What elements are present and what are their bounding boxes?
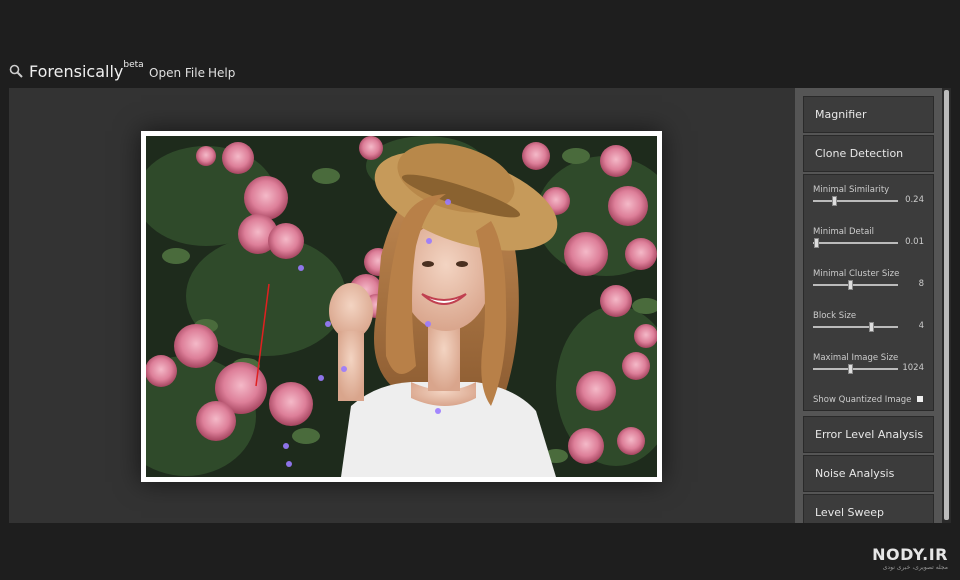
help-menu[interactable]: Help [208,66,235,80]
minimal-cluster-size-slider[interactable] [813,280,898,290]
clone-marker [286,461,292,467]
watermark: NODY.IR مجله تصویری، خبری نودی [870,545,948,571]
header-bar: Forensicallybeta Open File Help [0,56,960,88]
error-level-analysis-tool[interactable]: Error Level Analysis [803,416,934,453]
noise-analysis-tool[interactable]: Noise Analysis [803,455,934,492]
watermark-sub: مجله تصویری، خبری نودی [882,564,948,571]
watermark-main: NODY.IR [872,545,948,564]
magnifier-tool[interactable]: Magnifier [803,96,934,133]
clone-marker [318,375,324,381]
slider-thumb[interactable] [832,196,838,206]
show-quantized-checkbox[interactable] [917,396,923,402]
block-size-value: 4 [918,321,924,331]
minimal-similarity-slider[interactable] [813,196,898,206]
clone-marker [341,366,347,372]
clone-marker [426,238,432,244]
clone-marker [283,443,289,449]
open-file-menu[interactable]: Open File [149,66,205,80]
slider-thumb[interactable] [869,322,874,332]
maximal-image-size-label: Maximal Image Size [813,353,899,363]
level-sweep-tool[interactable]: Level Sweep [803,494,934,523]
minimal-detail-slider[interactable] [813,238,898,248]
panel-scrollbar[interactable] [942,88,951,523]
minimal-similarity-label: Minimal Similarity [813,185,890,195]
minimal-cluster-size-label: Minimal Cluster Size [813,269,900,279]
image-frame [141,131,662,482]
clone-detection-tool[interactable]: Clone Detection [803,135,934,172]
block-size-label: Block Size [813,311,857,321]
clone-marker [325,321,331,327]
slider-thumb[interactable] [813,238,819,248]
slider-thumb[interactable] [848,364,854,374]
clone-marker [445,199,451,205]
minimal-cluster-size-value: 8 [918,279,924,289]
tools-panel: Magnifier Clone Detection Minimal Simila… [795,88,942,523]
app-title: Forensicallybeta [29,60,144,81]
minimal-detail-label: Minimal Detail [813,227,875,237]
clone-marker [298,265,304,271]
maximal-image-size-value: 1024 [902,363,924,373]
image-workspace[interactable] [9,88,795,523]
beta-label: beta [123,60,144,70]
minimal-detail-value: 0.01 [905,237,924,247]
slider-thumb[interactable] [848,280,854,290]
analyzed-photo[interactable] [146,136,657,477]
clone-marker [425,321,431,327]
clone-detection-settings: Minimal Similarity 0.24 Minimal Detail 0… [803,174,934,411]
scrollbar-thumb[interactable] [944,90,949,520]
maximal-image-size-slider[interactable] [813,364,898,374]
block-size-slider[interactable] [813,322,898,332]
magnifier-icon [9,64,23,78]
show-quantized-label: Show Quantized Image [813,395,912,405]
clone-marker [435,408,441,414]
minimal-similarity-value: 0.24 [905,195,924,205]
